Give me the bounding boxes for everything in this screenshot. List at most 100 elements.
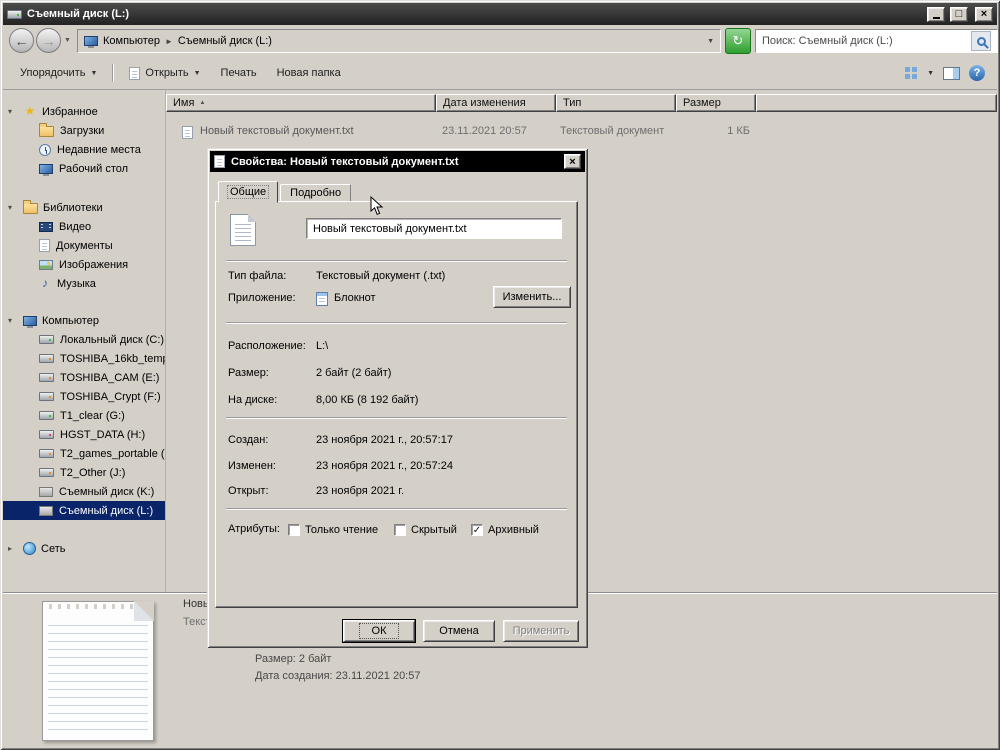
sort-ascending-icon: ▲ — [199, 100, 205, 106]
sidebar-item-toshiba-16kb-temp[interactable]: TOSHIBA_16kb_temp — [3, 349, 165, 368]
column-header-label: Размер — [683, 97, 721, 109]
tab-label: Подробно — [290, 187, 341, 199]
print-button[interactable]: Печать — [212, 63, 266, 83]
back-arrow-icon: ← — [15, 33, 29, 49]
sidebar-item-t1-clear[interactable]: T1_clear (G:) — [3, 406, 165, 425]
tab-details[interactable]: Подробно — [280, 184, 351, 202]
sidebar-item-documents[interactable]: Документы — [3, 236, 165, 255]
column-header-label: Дата изменения — [443, 97, 526, 109]
drive-icon — [7, 10, 22, 19]
filename-input[interactable]: Новый текстовый документ.txt — [306, 218, 562, 239]
sidebar-item-label: Загрузки — [60, 125, 104, 137]
hidden-checkbox[interactable] — [394, 524, 406, 536]
back-button[interactable]: ← — [9, 28, 34, 53]
sidebar-item-music[interactable]: ♪ Музыка — [3, 274, 165, 293]
sidebar-item-t2-games-portable[interactable]: T2_games_portable (I — [3, 444, 165, 463]
ok-button[interactable]: ОК — [343, 620, 415, 642]
maximize-button[interactable]: □ — [950, 7, 968, 22]
navigation-bar: ← → ▼ Компьютер ► Съемный диск (L:) ▼ ↻ … — [3, 25, 997, 57]
sidebar-group-computer: ▾ Компьютер Локальный диск (C:) TOSHIBA_… — [3, 311, 165, 520]
collapse-arrow-icon[interactable]: ▾ — [8, 316, 18, 325]
search-input[interactable]: Поиск: Съемный диск (L:) — [755, 29, 998, 53]
organize-button[interactable]: Упорядочить ▼ — [11, 63, 106, 83]
archive-checkbox[interactable]: ✓ — [471, 524, 483, 536]
address-bar[interactable]: Компьютер ► Съемный диск (L:) ▼ — [77, 29, 721, 53]
details-created: Дата создания: 23.11.2021 20:57 — [255, 670, 420, 682]
external-drive-icon — [39, 354, 54, 363]
column-header-name[interactable]: Имя ▲ — [166, 94, 436, 112]
sidebar-item-videos[interactable]: Видео — [3, 217, 165, 236]
close-button[interactable]: × — [975, 7, 993, 22]
sidebar-item-network[interactable]: ▸ Сеть — [3, 539, 165, 558]
collapse-arrow-icon[interactable]: ▾ — [8, 107, 18, 116]
sidebar-item-label: TOSHIBA_16kb_temp — [60, 353, 165, 365]
separator — [226, 417, 567, 419]
breadcrumb-current[interactable]: Съемный диск (L:) — [178, 35, 272, 47]
expand-arrow-icon[interactable]: ▸ — [8, 544, 18, 553]
dialog-close-button[interactable]: × — [564, 154, 581, 169]
address-dropdown-icon[interactable]: ▼ — [707, 38, 714, 45]
video-icon — [39, 222, 53, 232]
title-bar[interactable]: Съемный диск (L:) □ × — [3, 3, 997, 25]
apply-button-label: Применить — [513, 625, 570, 637]
sidebar-item-hgst-data[interactable]: HGST_DATA (H:) — [3, 425, 165, 444]
close-icon: × — [981, 8, 987, 20]
sidebar-item-label: HGST_DATA (H:) — [60, 429, 145, 441]
sidebar-item-t2-other[interactable]: T2_Other (J:) — [3, 463, 165, 482]
size-value: 2 байт (2 байт) — [316, 367, 391, 379]
recent-pages-dropdown[interactable]: ▼ — [64, 37, 71, 44]
open-button[interactable]: Открыть ▼ — [120, 63, 209, 84]
page-fold-icon — [134, 601, 154, 621]
minimize-button[interactable] — [927, 7, 945, 22]
column-header-date[interactable]: Дата изменения — [436, 94, 556, 112]
sidebar-item-removable-l-selected[interactable]: Съемный диск (L:) — [3, 501, 165, 520]
sidebar-item-pictures[interactable]: Изображения — [3, 255, 165, 274]
sidebar-item-toshiba-cam[interactable]: TOSHIBA_CAM (E:) — [3, 368, 165, 387]
tab-general[interactable]: Общие — [218, 181, 278, 203]
sidebar-item-desktop[interactable]: Рабочий стол — [3, 159, 165, 178]
file-type-label: Тип файла: — [228, 270, 286, 282]
views-dropdown-icon[interactable]: ▼ — [927, 70, 934, 77]
cancel-button[interactable]: Отмена — [423, 620, 495, 642]
external-drive-icon — [39, 468, 54, 477]
separator — [226, 260, 567, 262]
hard-drive-icon — [39, 335, 54, 344]
application-value: Блокнот — [334, 292, 376, 304]
help-icon[interactable]: ? — [969, 65, 985, 81]
search-button[interactable] — [971, 31, 991, 51]
size-label: Размер: — [228, 367, 269, 379]
sidebar-item-recent-places[interactable]: Недавние места — [3, 140, 165, 159]
new-folder-button[interactable]: Новая папка — [268, 63, 350, 83]
sidebar-item-downloads[interactable]: Загрузки — [3, 121, 165, 140]
sidebar-item-label: Съемный диск (L:) — [59, 505, 153, 517]
ok-button-label: ОК — [360, 624, 399, 638]
column-header-type[interactable]: Тип — [556, 94, 676, 112]
breadcrumb-computer[interactable]: Компьютер — [103, 35, 160, 47]
file-name[interactable]: Новый текстовый документ.txt — [200, 125, 354, 137]
change-view-icon[interactable] — [905, 67, 918, 79]
navigation-pane: ▾ ★ Избранное Загрузки Недавние места Ра… — [3, 90, 165, 592]
sidebar-item-label: Документы — [56, 240, 113, 252]
sidebar-item-libraries[interactable]: ▾ Библиотеки — [3, 198, 165, 217]
file-row[interactable]: Новый текстовый документ.txt 23.11.2021 … — [166, 125, 997, 142]
tab-label: Общие — [228, 186, 268, 198]
dialog-title-bar[interactable]: Свойства: Новый текстовый документ.txt × — [210, 151, 585, 172]
sidebar-item-computer[interactable]: ▾ Компьютер — [3, 311, 165, 330]
sidebar-item-drive-c[interactable]: Локальный диск (C:) — [3, 330, 165, 349]
forward-button[interactable]: → — [36, 28, 61, 53]
sidebar-item-label: Музыка — [57, 278, 96, 290]
collapse-arrow-icon[interactable]: ▾ — [8, 203, 18, 212]
sidebar-item-label: Съемный диск (K:) — [59, 486, 154, 498]
column-header-size[interactable]: Размер — [676, 94, 756, 112]
music-note-icon: ♪ — [39, 277, 51, 290]
change-button[interactable]: Изменить... — [493, 286, 571, 308]
readonly-checkbox[interactable] — [288, 524, 300, 536]
sidebar-item-label: Изображения — [59, 259, 128, 271]
sidebar-item-favorites[interactable]: ▾ ★ Избранное — [3, 102, 165, 121]
breadcrumb-separator-icon[interactable]: ► — [165, 37, 173, 46]
refresh-button[interactable]: ↻ — [725, 28, 751, 54]
minimize-icon — [933, 17, 940, 19]
preview-pane-icon[interactable] — [943, 67, 960, 80]
sidebar-item-removable-k[interactable]: Съемный диск (K:) — [3, 482, 165, 501]
sidebar-item-toshiba-crypt[interactable]: TOSHIBA_Crypt (F:) — [3, 387, 165, 406]
